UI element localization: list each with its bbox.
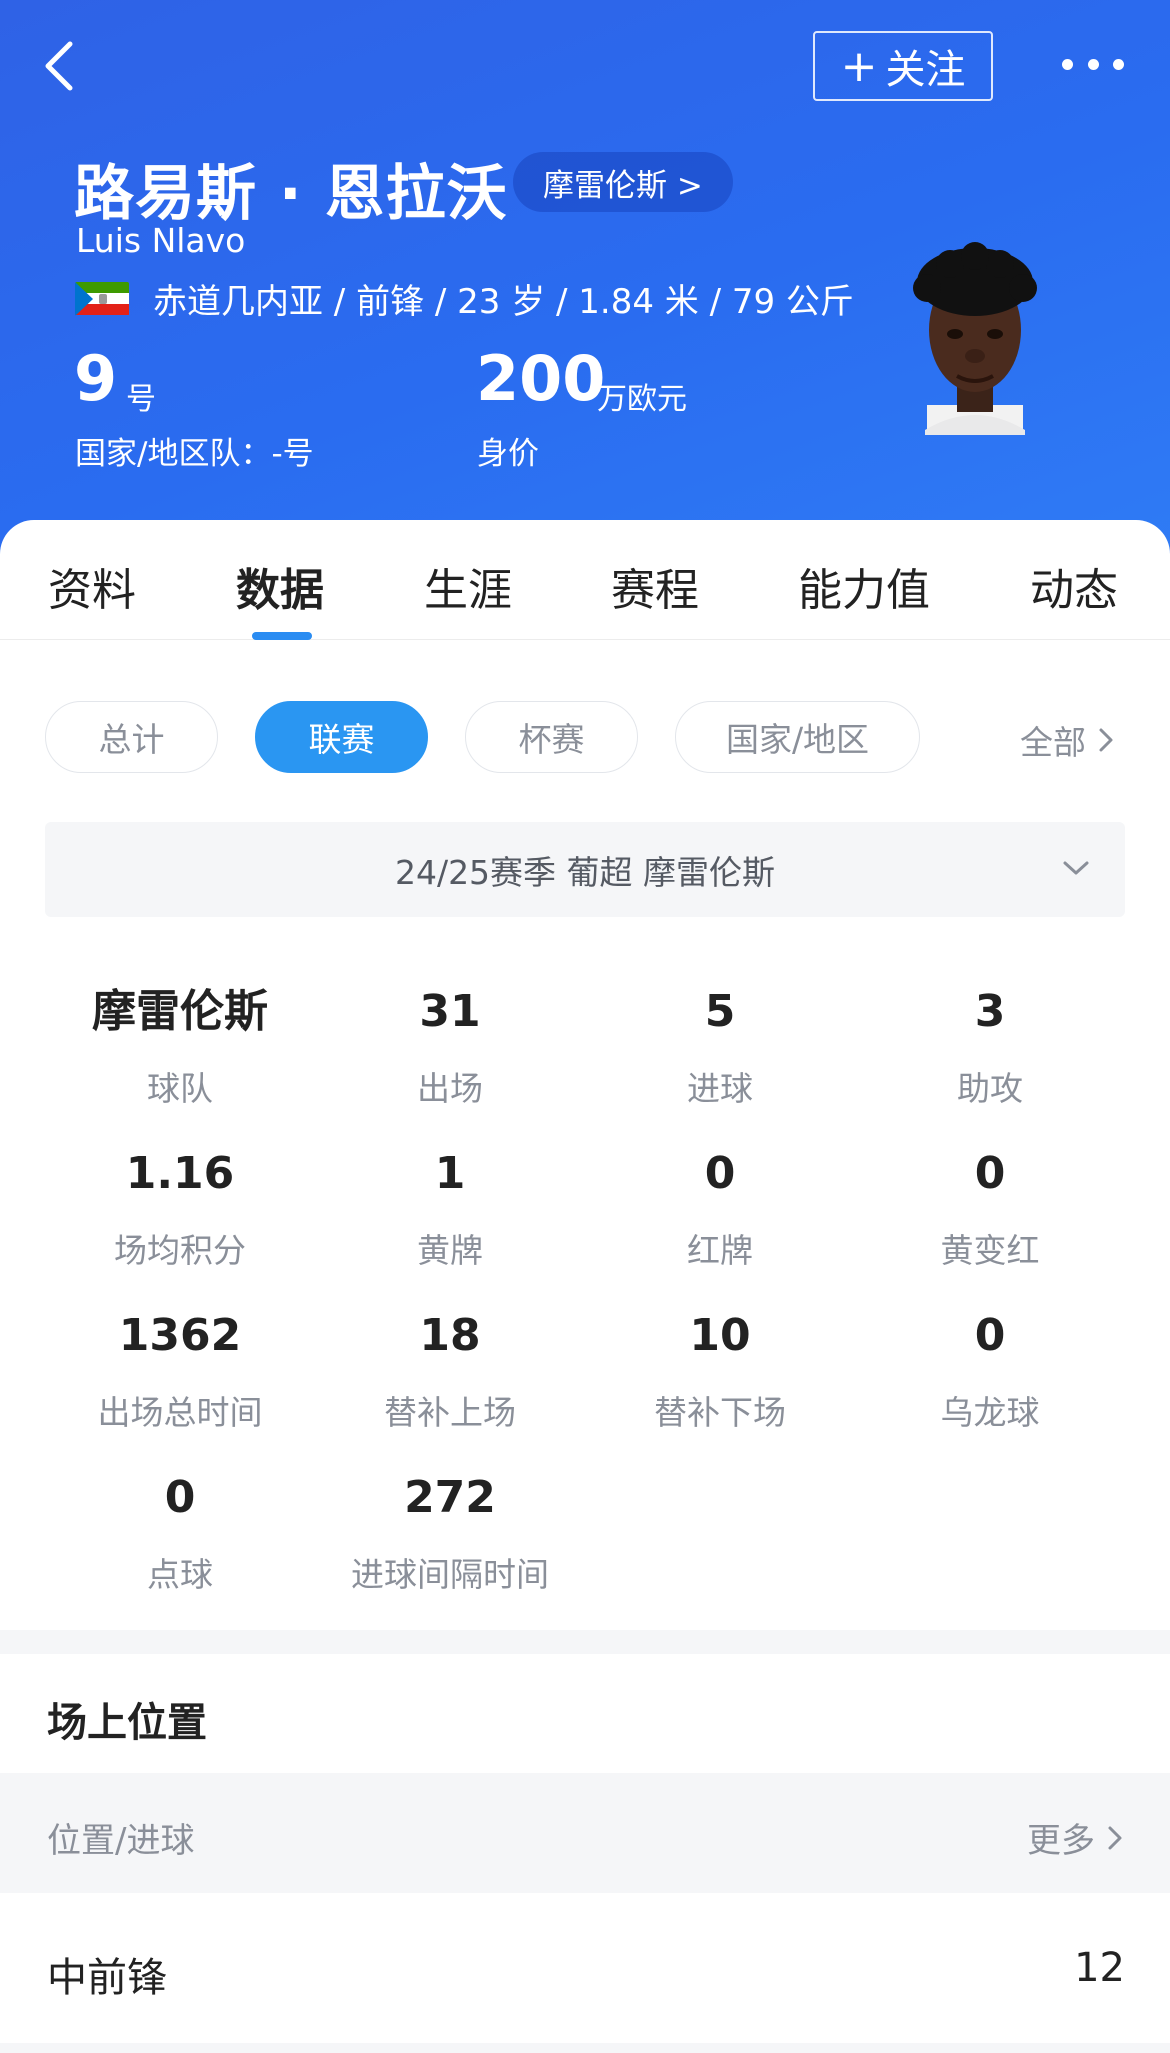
stat-value: 0 <box>974 1310 1006 1361</box>
stat-minutes-played: 1362 出场总时间 <box>45 1314 315 1434</box>
stat-sub-on: 18 替补上场 <box>315 1314 585 1434</box>
position-goals: 12 <box>1074 1945 1125 1991</box>
player-header: + 关注 路易斯 · 恩拉沃 摩雷伦斯 > Luis Nlavo 赤道几内亚 /… <box>0 0 1170 560</box>
stat-goals: 5 进球 <box>585 990 855 1110</box>
shirt-number-unit: 号 <box>126 382 156 417</box>
stat-value: 5 <box>704 986 736 1037</box>
stat-value: 272 <box>404 1472 496 1523</box>
chevron-down-icon <box>1063 861 1089 875</box>
stat-minutes-per-goal: 272 进球间隔时间 <box>315 1476 585 1596</box>
position-row: 中前锋 12 <box>0 1893 1170 2043</box>
national-team-number: 国家/地区队：-号 <box>75 436 314 472</box>
tab-bar: 资料 数据 生涯 赛程 能力值 动态 <box>0 520 1170 640</box>
filter-league[interactable]: 联赛 <box>255 701 428 773</box>
stat-label: 进球间隔时间 <box>351 1555 549 1594</box>
player-info-text: 赤道几内亚 / 前锋 / 23 岁 / 1.84 米 / 79 公斤 <box>153 282 854 322</box>
stat-red-cards: 0 红牌 <box>585 1152 855 1272</box>
tab-schedule[interactable]: 赛程 <box>611 554 699 618</box>
tab-ability[interactable]: 能力值 <box>798 554 930 618</box>
stat-label: 进球 <box>687 1069 753 1108</box>
season-select[interactable]: 24/25赛季 葡超 摩雷伦斯 <box>45 822 1125 917</box>
season-select-value: 24/25赛季 葡超 摩雷伦斯 <box>394 852 776 892</box>
player-avatar <box>913 242 1037 435</box>
stat-value: 3 <box>974 986 1006 1037</box>
stat-label: 乌龙球 <box>940 1393 1040 1432</box>
stat-value: 摩雷伦斯 <box>92 986 268 1037</box>
stat-label: 球队 <box>147 1069 213 1108</box>
position-more-link[interactable]: 更多 <box>1027 1813 1125 1862</box>
stat-label: 黄变红 <box>940 1231 1040 1270</box>
filter-national[interactable]: 国家/地区 <box>675 701 920 773</box>
stat-value: 10 <box>689 1310 751 1361</box>
stat-value: 0 <box>974 1148 1006 1199</box>
more-dots-icon[interactable] <box>1062 48 1124 80</box>
stat-value: 0 <box>704 1148 736 1199</box>
position-name: 中前锋 <box>47 1955 167 2001</box>
position-header-label: 位置/进球 <box>47 1821 195 1861</box>
stat-value: 1362 <box>118 1310 242 1361</box>
team-link[interactable]: 摩雷伦斯 > <box>513 152 733 212</box>
stat-label: 出场 <box>417 1069 483 1108</box>
tab-profile[interactable]: 资料 <box>48 554 136 618</box>
stat-label: 红牌 <box>687 1231 753 1270</box>
stat-label: 点球 <box>147 1555 213 1594</box>
stat-own-goals: 0 乌龙球 <box>855 1314 1125 1434</box>
stat-second-yellow: 0 黄变红 <box>855 1152 1125 1272</box>
market-value: 200 <box>476 342 606 415</box>
tab-indicator <box>252 632 312 640</box>
tab-career[interactable]: 生涯 <box>424 554 512 618</box>
back-button[interactable] <box>34 34 94 94</box>
stat-points-per-match: 1.16 场均积分 <box>45 1152 315 1272</box>
stat-label: 出场总时间 <box>97 1393 263 1432</box>
stat-value: 1.16 <box>125 1148 235 1199</box>
position-more-label: 更多 <box>1027 1821 1095 1861</box>
equatorial-guinea-flag-icon <box>75 281 129 316</box>
filter-all-label: 全部 <box>1020 723 1086 762</box>
stat-yellow-cards: 1 黄牌 <box>315 1152 585 1272</box>
stat-assists: 3 助攻 <box>855 990 1125 1110</box>
filter-all[interactable]: 全部 <box>1020 716 1116 764</box>
player-info-line: 赤道几内亚 / 前锋 / 23 岁 / 1.84 米 / 79 公斤 <box>75 274 854 323</box>
stat-label: 场均积分 <box>114 1231 246 1270</box>
filter-cup[interactable]: 杯赛 <box>465 701 638 773</box>
chevron-right-icon <box>1099 728 1113 752</box>
stat-appearances: 31 出场 <box>315 990 585 1110</box>
stat-label: 替补下场 <box>654 1393 786 1432</box>
market-value-unit: 万欧元 <box>597 382 687 417</box>
stat-team: 摩雷伦斯 球队 <box>45 990 315 1110</box>
stat-value: 18 <box>419 1310 481 1361</box>
shirt-number: 9 <box>74 342 118 415</box>
stat-value: 1 <box>434 1148 466 1199</box>
follow-label: 关注 <box>885 47 966 93</box>
stat-sub-off: 10 替补下场 <box>585 1314 855 1434</box>
stat-value: 0 <box>164 1472 196 1523</box>
bottom-divider <box>0 2043 1170 2053</box>
tab-data[interactable]: 数据 <box>236 554 324 618</box>
player-name-cn: 路易斯 · 恩拉沃 <box>74 159 508 229</box>
section-divider <box>0 1630 1170 1654</box>
position-table-header: 位置/进球 更多 <box>0 1773 1170 1893</box>
follow-button[interactable]: + 关注 <box>813 31 993 101</box>
tab-news[interactable]: 动态 <box>1030 554 1118 618</box>
filter-total[interactable]: 总计 <box>45 701 218 773</box>
chevron-right-icon <box>1108 1826 1122 1849</box>
stat-label: 替补上场 <box>384 1393 516 1432</box>
stat-value: 31 <box>419 986 481 1037</box>
stat-penalties: 0 点球 <box>45 1476 315 1596</box>
chevron-left-icon <box>45 41 73 91</box>
player-name-en: Luis Nlavo <box>76 221 246 260</box>
position-section-title: 场上位置 <box>47 1700 207 1746</box>
stat-label: 黄牌 <box>417 1231 483 1270</box>
market-value-label: 身价 <box>477 436 539 472</box>
plus-icon: + <box>840 40 878 92</box>
stat-label: 助攻 <box>957 1069 1023 1108</box>
